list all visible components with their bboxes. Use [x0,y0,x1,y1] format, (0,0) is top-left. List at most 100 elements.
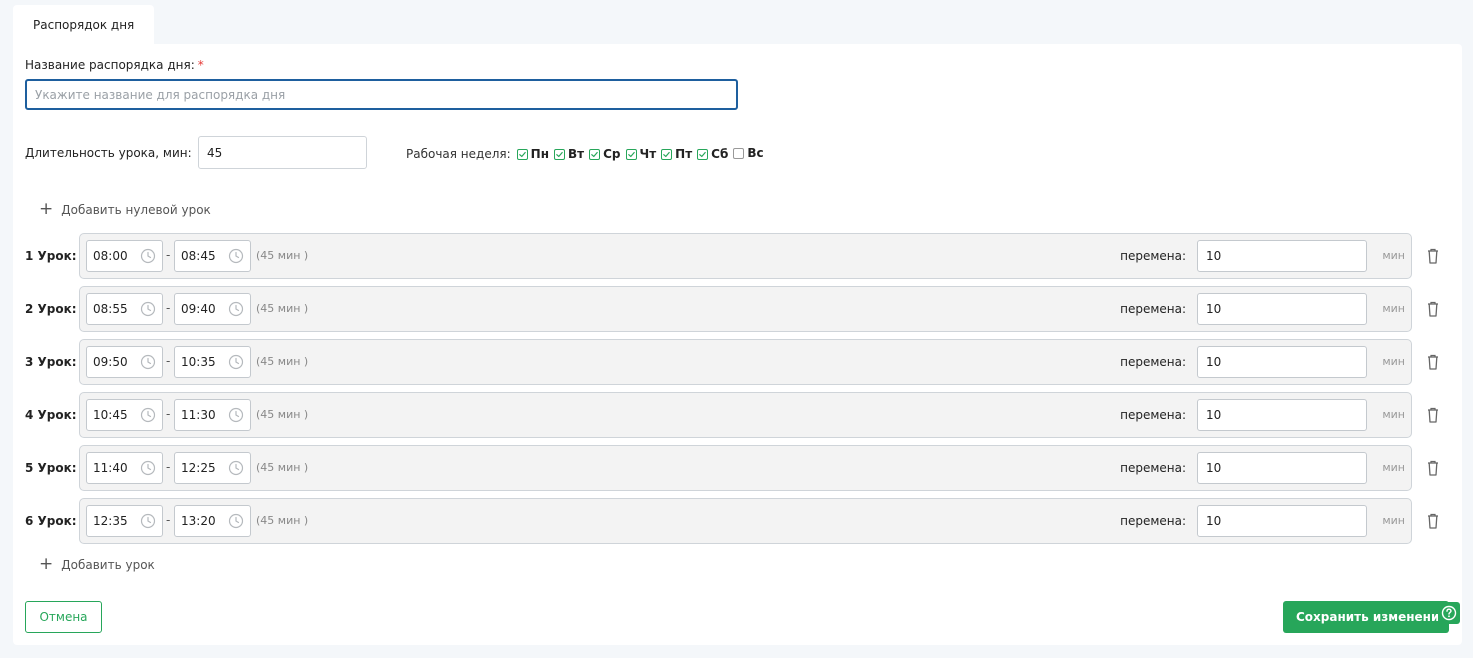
weekday-label: Пт [675,147,693,161]
clock-icon[interactable] [140,407,156,423]
start-time-input[interactable]: 09:50 [86,346,163,378]
trash-icon[interactable] [1426,300,1440,318]
break-input[interactable]: 10 [1197,505,1367,537]
end-time-input[interactable]: 10:35 [174,346,251,378]
break-value: 10 [1206,514,1222,528]
break-input[interactable]: 10 [1197,452,1367,484]
lesson-label: 3 Урок: [25,355,77,369]
check-icon [554,148,565,160]
break-unit: мин [1382,249,1405,262]
weekday-checkbox[interactable]: Вт [554,147,584,161]
break-value: 10 [1206,249,1222,263]
check-icon [697,148,709,160]
trash-icon[interactable] [1426,459,1440,477]
end-time-input[interactable]: 13:20 [174,505,251,537]
clock-icon[interactable] [228,354,244,370]
start-time-value: 12:35 [93,514,128,528]
add-zero-lesson-label: Добавить нулевой урок [61,202,211,217]
lesson-row: 12:35 -13:20 (45 мин ) перемена: 10 мин [79,498,1412,544]
weekday-label: Чт [639,147,657,161]
lesson-duration: (45 мин ) [256,461,309,474]
lesson-row: 08:55 -09:40 (45 мин ) перемена: 10 мин [79,286,1412,332]
time-separator: - [166,460,171,474]
lesson-label: 5 Урок: [25,461,77,475]
clock-icon[interactable] [228,460,244,476]
check-icon [516,148,528,160]
end-time-value: 12:25 [181,461,216,475]
end-time-input[interactable]: 08:45 [174,240,251,272]
weekday-label: Пн [530,147,549,161]
weekday-label: Вс [747,146,764,160]
start-time-input[interactable]: 12:35 [86,505,163,537]
break-label: перемена: [1120,514,1186,528]
weekday-checkbox[interactable]: Вс [733,146,764,160]
break-label: перемена: [1120,249,1186,263]
break-input[interactable]: 10 [1197,399,1367,431]
clock-icon[interactable] [140,513,156,529]
work-week: Рабочая неделя: Пн Вт Ср Чт Пт Сб Вс [406,146,769,162]
add-lesson-label: Добавить урок [61,557,155,572]
save-button[interactable]: Сохранить изменения [1283,601,1449,633]
cancel-button[interactable]: Отмена [25,601,102,633]
lesson-duration-input[interactable] [198,136,367,169]
clock-icon[interactable] [228,513,244,529]
trash-icon[interactable] [1426,353,1440,371]
time-separator: - [166,248,171,262]
trash-icon[interactable] [1426,512,1440,530]
check-icon [661,148,673,160]
check-icon [589,148,601,160]
clock-icon[interactable] [228,301,244,317]
break-unit: мин [1382,355,1405,368]
check-icon [625,148,637,160]
lesson-label: 1 Урок: [25,249,77,263]
clock-icon[interactable] [140,301,156,317]
start-time-input[interactable]: 11:40 [86,452,163,484]
time-separator: - [166,407,171,421]
trash-icon[interactable] [1426,406,1440,424]
lesson-label: 2 Урок: [25,302,77,316]
start-time-value: 08:55 [93,302,128,316]
plus-icon: + [39,199,54,219]
break-value: 10 [1206,355,1222,369]
break-unit: мин [1382,408,1405,421]
clock-icon[interactable] [140,248,156,264]
end-time-input[interactable]: 09:40 [174,293,251,325]
schedule-name-input[interactable] [25,79,738,110]
weekday-checkbox[interactable]: Чт [625,147,657,161]
weekday-label: Вт [568,147,585,161]
break-unit: мин [1382,514,1405,527]
clock-icon[interactable] [140,460,156,476]
clock-icon[interactable] [228,248,244,264]
time-separator: - [166,513,171,527]
weekday-checkbox[interactable]: Пт [661,147,692,161]
start-time-input[interactable]: 08:00 [86,240,163,272]
lesson-duration: (45 мин ) [256,408,309,421]
lesson-duration: (45 мин ) [256,514,309,527]
trash-icon[interactable] [1426,247,1440,265]
break-input[interactable]: 10 [1197,240,1367,272]
clock-icon[interactable] [228,407,244,423]
add-lesson-link[interactable]: + Добавить урок [39,556,155,573]
weekday-label: Сб [711,147,729,161]
end-time-value: 10:35 [181,355,216,369]
weekday-checkbox[interactable]: Пн [516,147,549,161]
end-time-input[interactable]: 11:30 [174,399,251,431]
plus-icon: + [39,554,54,574]
weekday-checkbox[interactable]: Сб [697,147,728,161]
help-icon[interactable] [1438,602,1460,624]
start-time-input[interactable]: 10:45 [86,399,163,431]
required-mark: * [197,58,204,72]
weekday-checkbox[interactable]: Ср [589,147,621,161]
lesson-label: 4 Урок: [25,408,77,422]
tab-schedule[interactable]: Распорядок дня [13,5,154,45]
start-time-input[interactable]: 08:55 [86,293,163,325]
break-input[interactable]: 10 [1197,293,1367,325]
clock-icon[interactable] [140,354,156,370]
break-label: перемена: [1120,302,1186,316]
break-input[interactable]: 10 [1197,346,1367,378]
end-time-input[interactable]: 12:25 [174,452,251,484]
lesson-row: 10:45 -11:30 (45 мин ) перемена: 10 мин [79,392,1412,438]
break-value: 10 [1206,408,1222,422]
add-zero-lesson-link[interactable]: + Добавить нулевой урок [39,201,211,218]
end-time-value: 13:20 [181,514,216,528]
